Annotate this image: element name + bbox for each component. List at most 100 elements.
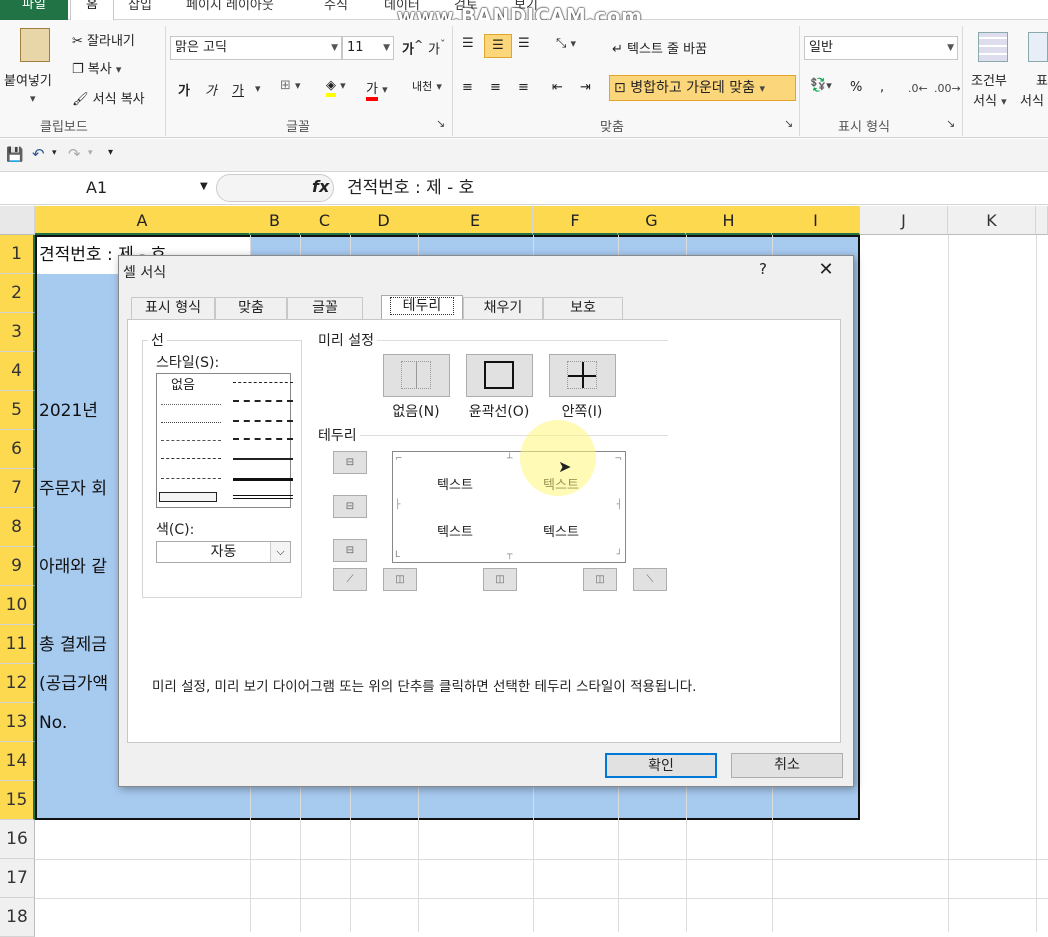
border-diagonal-up-icon[interactable]: ⟋ [333, 568, 367, 591]
row-header-15[interactable]: 15 [0, 781, 35, 820]
col-header-k[interactable]: K [948, 206, 1036, 235]
tab-home[interactable]: 홈 [70, 0, 114, 22]
table-format-line2[interactable]: 서식 [1020, 90, 1044, 109]
col-header-j[interactable]: J [860, 206, 948, 235]
grow-font-button[interactable]: 가^ [402, 38, 423, 57]
border-bottom-icon[interactable]: ⊟ [333, 539, 367, 562]
select-all-corner[interactable] [0, 206, 35, 235]
col-header-f[interactable]: F [533, 206, 618, 235]
border-right-icon[interactable]: ◫ [583, 568, 617, 591]
cell-a12[interactable]: (공급가액 [39, 665, 108, 703]
bold-button[interactable]: 가 [178, 80, 190, 99]
preset-none-button[interactable] [383, 354, 450, 397]
cell-a7[interactable]: 주문자 회 [39, 470, 107, 508]
orientation-icon[interactable]: ⤡ ▾ [556, 36, 576, 51]
align-right-icon[interactable]: ≡ [518, 80, 529, 95]
tab-page-layout[interactable]: 페이지 레이아웃 [182, 0, 278, 20]
line-style-option[interactable] [233, 478, 293, 481]
redo-icon[interactable]: ↷ [68, 145, 81, 163]
line-style-option[interactable] [161, 404, 221, 405]
tab-protection[interactable]: 보호 [543, 297, 623, 319]
undo-dropdown-icon[interactable]: ▾ [52, 148, 57, 158]
row-header-10[interactable]: 10 [0, 586, 35, 625]
col-header-g[interactable]: G [618, 206, 686, 235]
tab-fill[interactable]: 채우기 [463, 297, 543, 319]
border-button[interactable]: ⊞ ▾ [280, 78, 301, 93]
percent-style-button[interactable]: % [850, 80, 862, 95]
line-style-option[interactable] [161, 458, 221, 459]
save-icon[interactable]: 💾 [6, 147, 23, 163]
cell-a11[interactable]: 총 결제금 [39, 626, 107, 664]
col-header-d[interactable]: D [350, 206, 418, 235]
undo-icon[interactable]: ↶ [32, 145, 45, 163]
line-style-list[interactable]: 없음 [156, 373, 293, 508]
tab-border[interactable]: 테두리 [381, 295, 463, 319]
row-header-17[interactable]: 17 [0, 859, 35, 898]
col-header-c[interactable]: C [300, 206, 350, 235]
row-header-2[interactable]: 2 [0, 274, 35, 313]
decrease-decimal-icon[interactable]: .00→ [934, 82, 961, 95]
preset-outline-button[interactable] [466, 354, 533, 397]
align-left-icon[interactable]: ≡ [462, 80, 473, 95]
cancel-button[interactable]: 취소 [731, 753, 843, 778]
number-format-combo[interactable]: 일반 ▼ [804, 36, 958, 60]
close-icon[interactable]: ✕ [815, 259, 837, 280]
row-header-16[interactable]: 16 [0, 820, 35, 859]
customize-qat-icon[interactable]: ▾ [108, 147, 113, 158]
paste-icon[interactable] [20, 28, 50, 62]
line-style-option[interactable] [233, 495, 293, 499]
row-header-8[interactable]: 8 [0, 508, 35, 547]
row-header-6[interactable]: 6 [0, 430, 35, 469]
format-painter-button[interactable]: 🖌 서식 복사 [72, 88, 145, 107]
line-style-option[interactable] [161, 478, 221, 479]
row-header-3[interactable]: 3 [0, 313, 35, 352]
line-style-option[interactable] [161, 422, 221, 423]
redo-dropdown-icon[interactable]: ▾ [88, 148, 93, 158]
tab-font[interactable]: 글꼴 [287, 297, 363, 319]
line-style-option[interactable] [233, 458, 293, 460]
line-style-option[interactable] [161, 440, 221, 441]
border-top-icon[interactable]: ⊟ [333, 451, 367, 474]
name-box[interactable]: A1 [0, 174, 212, 202]
copy-button[interactable]: ❐ 복사 ▾ [72, 58, 121, 77]
tab-formulas[interactable]: 수식 [320, 0, 352, 20]
border-diagonal-down-icon[interactable]: ⟍ [633, 568, 667, 591]
col-header-b[interactable]: B [250, 206, 300, 235]
alignment-dialog-launcher-icon[interactable]: ↘ [784, 117, 793, 130]
border-middle-icon[interactable]: ⊟ [333, 495, 367, 518]
tab-alignment[interactable]: 맞춤 [215, 297, 287, 319]
cell-a13[interactable]: No. [39, 704, 67, 742]
tab-file[interactable]: 파일 [0, 0, 68, 20]
row-header-9[interactable]: 9 [0, 547, 35, 586]
font-color-button[interactable]: 가 ▾ [366, 78, 388, 101]
border-center-icon[interactable]: ◫ [483, 568, 517, 591]
font-name-combo[interactable]: 맑은 고딕 ▼ [170, 36, 342, 60]
tab-number-format[interactable]: 표시 형식 [131, 297, 215, 319]
phonetic-button[interactable]: 내천 ▾ [412, 78, 442, 94]
align-center-icon[interactable]: ≡ [490, 80, 501, 95]
line-style-none[interactable]: 없음 [171, 374, 195, 393]
cell-a5[interactable]: 2021년 [39, 392, 98, 430]
font-size-combo[interactable]: 11 ▼ [342, 36, 394, 60]
underline-button[interactable]: 가 [232, 80, 244, 99]
col-header-a[interactable]: A [35, 206, 250, 235]
comma-style-button[interactable]: , [880, 80, 884, 95]
insert-function-icon[interactable]: fx [312, 177, 329, 196]
color-select[interactable]: 자동 ⌵ [156, 541, 291, 563]
row-header-11[interactable]: 11 [0, 625, 35, 664]
row-header-18[interactable]: 18 [0, 898, 35, 937]
conditional-format-icon[interactable] [978, 32, 1008, 62]
ok-button[interactable]: 확인 [605, 753, 717, 778]
increase-decimal-icon[interactable]: .0← [908, 82, 928, 95]
line-style-option[interactable] [233, 438, 293, 440]
line-style-option[interactable] [233, 382, 293, 383]
table-format-line1[interactable]: 표 [1036, 70, 1048, 89]
italic-button[interactable]: 가 [205, 80, 217, 99]
row-header-13[interactable]: 13 [0, 703, 35, 742]
align-middle-icon[interactable]: ☰ [484, 34, 512, 58]
conditional-format-line2[interactable]: 서식 ▾ [973, 90, 1007, 109]
table-format-icon[interactable] [1028, 32, 1048, 62]
merge-center-button[interactable]: ⊡ 병합하고 가운데 맞춤 ▾ [609, 75, 796, 101]
align-top-icon[interactable]: ☰ [462, 36, 474, 51]
col-header-h[interactable]: H [686, 206, 772, 235]
